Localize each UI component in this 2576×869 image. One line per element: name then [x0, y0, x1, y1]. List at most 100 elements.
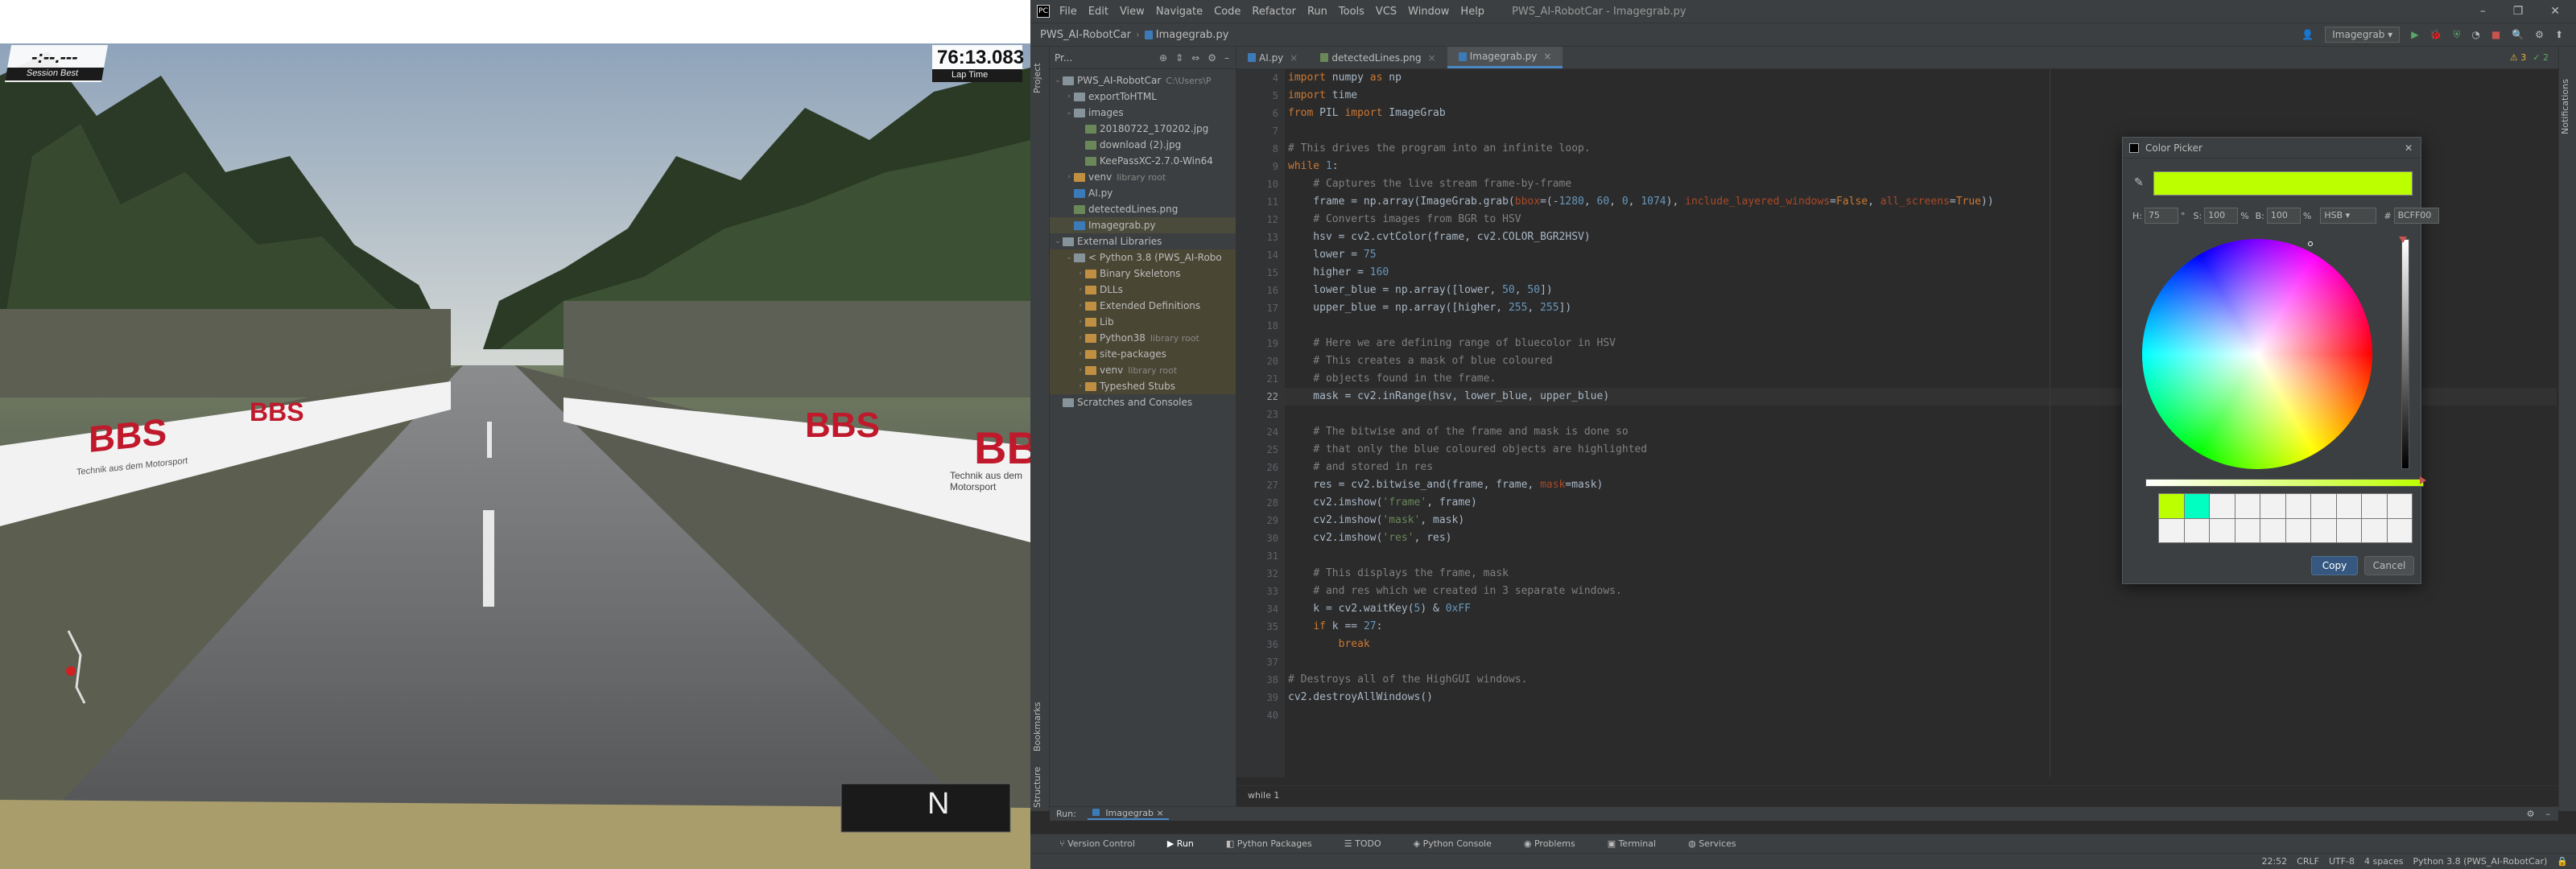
python-console-tab[interactable]: ◈ Python Console	[1414, 838, 1508, 849]
lock-icon[interactable]: 🔒	[2557, 856, 2568, 867]
color-wheel-cursor[interactable]	[2308, 241, 2313, 246]
updates-icon[interactable]: ⬆	[2555, 29, 2563, 40]
eyedropper-icon[interactable]: ✎	[2134, 176, 2144, 189]
menu-vcs[interactable]: VCS	[1376, 6, 1397, 18]
chevron-icon[interactable]: ›	[1075, 318, 1085, 326]
recent-color-swatch[interactable]	[2159, 494, 2184, 518]
menu-refactor[interactable]: Refactor	[1252, 6, 1296, 18]
services-tab[interactable]: ◍ Services	[1688, 838, 1752, 849]
run-tool-tab[interactable]: ▶ Run	[1167, 838, 1210, 849]
file-encoding[interactable]: UTF-8	[2329, 856, 2355, 867]
recent-color-swatch[interactable]	[2285, 494, 2310, 518]
chevron-icon[interactable]: ⌄	[1053, 237, 1063, 245]
tree-item[interactable]: 20180722_170202.jpg	[1050, 121, 1236, 137]
locate-icon[interactable]: ⊕	[1159, 52, 1167, 64]
tree-item[interactable]: ⌄ External Libraries	[1050, 233, 1236, 249]
tree-item[interactable]: detectedLines.png	[1050, 201, 1236, 217]
python-packages-tab[interactable]: ◧ Python Packages	[1226, 838, 1328, 849]
chevron-icon[interactable]: ›	[1075, 350, 1085, 358]
indent-setting[interactable]: 4 spaces	[2364, 856, 2404, 867]
recent-color-swatch[interactable]	[2260, 518, 2285, 542]
cancel-button[interactable]: Cancel	[2364, 556, 2414, 575]
chevron-icon[interactable]: ›	[1064, 173, 1074, 181]
tab-imagegrab-py[interactable]: Imagegrab.py ×	[1447, 47, 1563, 68]
close-tab-icon[interactable]: ×	[1290, 52, 1298, 64]
code-line[interactable]	[1285, 653, 2557, 671]
recent-color-swatch[interactable]	[2235, 518, 2260, 542]
run-settings-icon[interactable]: ⚙	[2527, 809, 2535, 819]
tree-item[interactable]: › exportToHTML	[1050, 89, 1236, 105]
run-icon[interactable]: ▶	[2411, 29, 2418, 40]
recent-color-swatch[interactable]	[2235, 494, 2260, 518]
collapse-all-icon[interactable]: ⇔	[1191, 52, 1199, 64]
close-tab-icon[interactable]: ×	[1428, 52, 1436, 64]
tree-item[interactable]: › Typeshed Stubs	[1050, 378, 1236, 394]
recent-color-swatch[interactable]	[2184, 518, 2209, 542]
code-line[interactable]: k = cv2.waitKey(5) & 0xFF	[1285, 600, 2557, 618]
chevron-icon[interactable]: ›	[1075, 270, 1085, 278]
recent-color-swatch[interactable]	[2311, 494, 2336, 518]
weak-warning-icon[interactable]: ✓ 2	[2533, 52, 2549, 63]
hide-icon[interactable]: –	[1224, 52, 1229, 64]
hue-input[interactable]: 75	[2144, 208, 2178, 224]
chevron-icon[interactable]: ›	[1075, 366, 1085, 374]
chevron-icon[interactable]: ⌄	[1064, 253, 1074, 262]
maximize-icon[interactable]: ❐	[2513, 5, 2524, 18]
recent-color-swatch[interactable]	[2387, 518, 2412, 542]
tree-item[interactable]: › Extended Definitions	[1050, 298, 1236, 314]
recent-color-swatch[interactable]	[2362, 518, 2387, 542]
tab-project[interactable]: Project	[1032, 50, 1048, 106]
breadcrumb-file[interactable]: Imagegrab.py	[1156, 29, 1229, 41]
recent-color-swatch[interactable]	[2387, 494, 2412, 518]
tab-bookmarks[interactable]: Bookmarks	[1032, 698, 1048, 755]
brightness-input[interactable]: 100	[2266, 208, 2301, 224]
recent-color-swatch[interactable]	[2336, 518, 2361, 542]
tree-item[interactable]: › DLLs	[1050, 282, 1236, 298]
minimize-icon[interactable]: –	[2480, 5, 2486, 18]
tree-item[interactable]: KeePassXC-2.7.0-Win64	[1050, 153, 1236, 169]
recent-color-swatch[interactable]	[2210, 518, 2235, 542]
terminal-tab[interactable]: ▣ Terminal	[1608, 838, 1672, 849]
menu-view[interactable]: View	[1120, 6, 1145, 18]
recent-color-swatch[interactable]	[2285, 518, 2310, 542]
run-hide-icon[interactable]: –	[2546, 809, 2551, 819]
tree-item[interactable]: ⌄ < Python 3.8 (PWS_AI-Robo	[1050, 249, 1236, 266]
code-line[interactable]: break	[1285, 636, 2557, 653]
search-icon[interactable]: 🔍	[2512, 29, 2524, 40]
dialog-close-icon[interactable]: ✕	[2405, 142, 2413, 154]
menu-window[interactable]: Window	[1408, 6, 1449, 18]
opacity-slider-thumb[interactable]	[2420, 476, 2426, 484]
run-tab[interactable]: Imagegrab ×	[1087, 808, 1169, 820]
options-icon[interactable]: ⚙	[1208, 52, 1216, 64]
recent-color-swatch[interactable]	[2362, 494, 2387, 518]
color-mode-select[interactable]: HSB ▾	[2320, 208, 2377, 224]
user-icon[interactable]: 👤	[2301, 29, 2314, 40]
code-line[interactable]: # Destroys all of the HighGUI windows.	[1285, 671, 2557, 689]
opacity-slider[interactable]	[2145, 476, 2426, 487]
chevron-icon[interactable]: ›	[1075, 302, 1085, 310]
chevron-icon[interactable]: ⌄	[1064, 109, 1074, 117]
code-line[interactable]	[1285, 706, 2557, 724]
tab-detectedlines-png[interactable]: detectedLines.png ×	[1309, 47, 1447, 68]
tab-notifications[interactable]: Notifications	[2560, 71, 2576, 143]
brightness-slider-thumb[interactable]	[2399, 237, 2407, 243]
code-line[interactable]: cv2.destroyAllWindows()	[1285, 689, 2557, 706]
recent-color-swatch[interactable]	[2184, 494, 2209, 518]
chevron-icon[interactable]: ›	[1064, 93, 1074, 101]
tab-ai-py[interactable]: AI.py ×	[1236, 47, 1309, 68]
tree-item[interactable]: › venv library root	[1050, 362, 1236, 378]
tree-item[interactable]: Scratches and Consoles	[1050, 394, 1236, 410]
close-icon[interactable]: ✕	[2550, 5, 2560, 18]
chevron-icon[interactable]: ›	[1075, 286, 1085, 294]
menu-navigate[interactable]: Navigate	[1156, 6, 1203, 18]
recent-color-swatch[interactable]	[2336, 494, 2361, 518]
profile-icon[interactable]: ◔	[2471, 29, 2479, 40]
breadcrumb-project[interactable]: PWS_AI-RobotCar	[1040, 29, 1131, 41]
tree-item[interactable]: ⌄ PWS_AI-RobotCar C:\Users\P	[1050, 72, 1236, 89]
menu-file[interactable]: File	[1059, 6, 1077, 18]
recent-color-swatch[interactable]	[2311, 518, 2336, 542]
menu-tools[interactable]: Tools	[1339, 6, 1364, 18]
line-separator[interactable]: CRLF	[2297, 856, 2319, 867]
tree-item[interactable]: Imagegrab.py	[1050, 217, 1236, 233]
color-wheel[interactable]	[2142, 239, 2372, 469]
